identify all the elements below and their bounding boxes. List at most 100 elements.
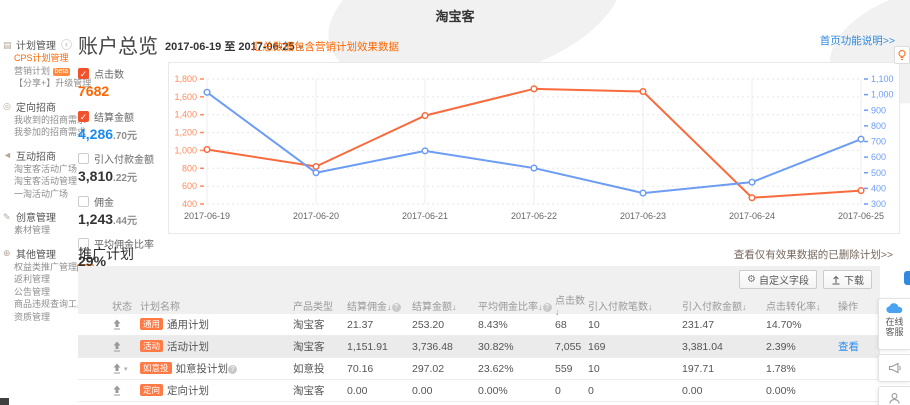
checkbox-commission[interactable] (78, 196, 89, 207)
sort-desc-icon[interactable]: ↓ (648, 302, 653, 312)
metric-value: 1,243.44元 (78, 211, 164, 229)
svg-text:1,100: 1,100 (871, 74, 894, 84)
svg-text:2017-06-19: 2017-06-19 (184, 211, 230, 221)
svg-text:800: 800 (182, 163, 197, 173)
cell-pay-amount: 231.47 (682, 319, 766, 331)
col-orders[interactable]: 引入付款笔数↓ (588, 298, 682, 313)
help-icon[interactable]: ? (392, 303, 401, 312)
metric-clicks: ✓点击数 7682 (78, 66, 164, 101)
cell-commission: 70.16 (347, 363, 412, 375)
sort-desc-icon[interactable]: ↓ (387, 302, 392, 312)
cell-commission: 0.00 (347, 385, 412, 397)
sidebar-item-activity-mgmt[interactable]: 淘宝客活动管理 (0, 175, 76, 188)
col-status[interactable]: 状态 (78, 298, 140, 313)
sidebar-item-share-upgrade[interactable]: 【分享+】升级管理 (0, 77, 76, 90)
metric-label: 结算金额 (94, 109, 134, 124)
cell-pay-amount: 3,381.04 (682, 341, 766, 353)
col-pay-amount[interactable]: 引入付款金额↓ (682, 298, 766, 313)
sidebar-item-etao-plaza[interactable]: 一淘活动广场 (0, 188, 76, 201)
sort-desc-icon[interactable]: ↓ (742, 302, 747, 312)
sidebar-section-interactive[interactable]: ◄ 互动招商 (0, 148, 76, 163)
metric-label: 佣金 (94, 194, 114, 209)
custom-fields-button[interactable]: ⚙自定义字段 (739, 270, 817, 289)
table-row[interactable]: 活动活动计划 淘宝客 1,151.91 3,736.48 30.82% 7,05… (78, 336, 880, 358)
sidebar-item-rights-promo[interactable]: 权益类推广管理new (0, 261, 76, 274)
col-amount[interactable]: 结算金额↓ (412, 298, 478, 313)
help-icon[interactable]: ? (543, 303, 552, 312)
svg-text:1,600: 1,600 (174, 92, 197, 102)
sidebar-section-creative[interactable]: ✎ 创意管理 (0, 209, 76, 224)
status-promoting-icon (112, 341, 122, 352)
col-conversion[interactable]: 点击转化率↓ (766, 298, 838, 313)
checkbox-pay-amount[interactable] (78, 153, 89, 164)
pin-icon: ◎ (3, 101, 13, 111)
sidebar-item-joined-demand[interactable]: 我参加的招商需求 (0, 126, 76, 139)
col-plan-name[interactable]: 计划名称 (140, 298, 293, 313)
status-promoting-icon (112, 385, 122, 396)
side-panel-toggle[interactable] (904, 271, 910, 285)
sidebar-collapse-icon[interactable]: ‹ (61, 39, 72, 50)
cell-conversion: 1.78% (766, 363, 838, 375)
promo-table: ⚙自定义字段 下载 状态 计划名称 产品类型 结算佣金↓? 结算金额↓ 平均佣金… (78, 266, 880, 402)
col-commission[interactable]: 结算佣金↓? (347, 298, 412, 313)
deleted-plans-link[interactable]: 查看仅有效果数据的已删除计划>> (600, 247, 893, 262)
view-link[interactable]: 查看 (838, 341, 859, 353)
cell-product: 淘宝客 (293, 339, 347, 354)
table-row[interactable]: 通用通用计划 淘宝客 21.37 253.20 8.43% 68 10 231.… (78, 314, 880, 336)
cell-amount: 297.02 (412, 363, 478, 375)
checkbox-clicks[interactable]: ✓ (78, 68, 89, 79)
svg-text:400: 400 (871, 183, 886, 193)
cell-conversion: 0.00% (766, 385, 838, 397)
app-title: 淘宝客 (0, 6, 910, 25)
svg-text:2017-06-24: 2017-06-24 (729, 211, 775, 221)
account-button[interactable] (878, 386, 910, 405)
plan-name: 如意投计划 (176, 363, 229, 375)
table-row[interactable]: 定向定向计划 淘宝客 0.00 0.00 0.00% 0 0 0.00 0.00… (78, 380, 880, 402)
cell-pay-amount: 0.00 (682, 385, 766, 397)
svg-text:500: 500 (871, 168, 886, 178)
plan-type-badge: 通用 (140, 318, 163, 330)
plan-name: 活动计划 (167, 341, 209, 353)
svg-text:300: 300 (871, 199, 886, 209)
clipboard-icon: ▤ (3, 40, 13, 50)
sidebar-item-material-mgmt[interactable]: 素材管理 (0, 224, 76, 237)
announcement-button[interactable] (878, 354, 910, 382)
sidebar-item-marketing-plan[interactable]: 营销计划 beta (0, 65, 76, 78)
checkbox-settlement[interactable]: ✓ (78, 111, 89, 122)
tips-button[interactable] (894, 46, 910, 64)
help-icon[interactable]: ? (228, 365, 237, 374)
sidebar-item-notice-mgmt[interactable]: 公告管理 (0, 286, 76, 299)
sidebar-item-cps-plan[interactable]: CPS计划管理 (0, 52, 76, 65)
sidebar-item-qualification-mgmt[interactable]: 资质管理 (0, 311, 76, 324)
cloud-icon (886, 303, 904, 315)
col-product-type[interactable]: 产品类型 (293, 298, 347, 313)
sidebar-item-activity-plaza[interactable]: 淘宝客活动广场 (0, 163, 76, 176)
cell-ratio: 8.43% (478, 319, 555, 331)
cell-clicks: 7,055 (555, 341, 588, 353)
megaphone-icon (888, 362, 902, 374)
plan-type-badge: 定向 (140, 384, 163, 396)
col-ratio[interactable]: 平均佣金比率↓? (478, 298, 555, 313)
sort-desc-icon[interactable]: ↓ (452, 302, 457, 312)
table-row[interactable]: ▾ 如意投如意投计划? 如意投 70.16 297.02 23.62% 559 … (78, 358, 880, 380)
line-chart-svg[interactable]: 1,8001,6001,4001,2001,0008006004001,1001… (169, 63, 901, 235)
sidebar-item-rebate-mgmt[interactable]: 返利管理 (0, 273, 76, 286)
metric-label: 点击数 (94, 66, 124, 81)
download-button[interactable]: 下载 (823, 270, 872, 289)
col-clicks[interactable]: 点击数↓ (555, 292, 588, 318)
sort-desc-icon[interactable]: ↓ (816, 302, 821, 312)
expand-caret-icon[interactable]: ▾ (124, 365, 128, 373)
item-label: 营销计划 (14, 66, 50, 76)
sidebar-section-direct-invest[interactable]: ◎ 定向招商 (0, 99, 76, 114)
sidebar-section-plan-mgmt[interactable]: ▤ 计划管理 ‹ (0, 37, 76, 52)
homepage-help-link[interactable]: 首页功能说明>> (795, 33, 895, 48)
sidebar-section-other[interactable]: ⊕ 其他管理 (0, 246, 76, 261)
cell-ratio: 23.62% (478, 363, 555, 375)
sidebar-item-violation-tool[interactable]: 商品违规查询工具 (0, 298, 76, 311)
online-service-tab[interactable]: 在线客服 (878, 298, 910, 350)
plan-name: 定向计划 (167, 385, 209, 397)
sort-desc-icon[interactable]: ↓ (538, 302, 543, 312)
sort-desc-icon[interactable]: ↓ (555, 307, 560, 317)
pencil-icon: ✎ (3, 212, 13, 222)
sidebar-item-received-demand[interactable]: 我收到的招商需求 (0, 114, 76, 127)
